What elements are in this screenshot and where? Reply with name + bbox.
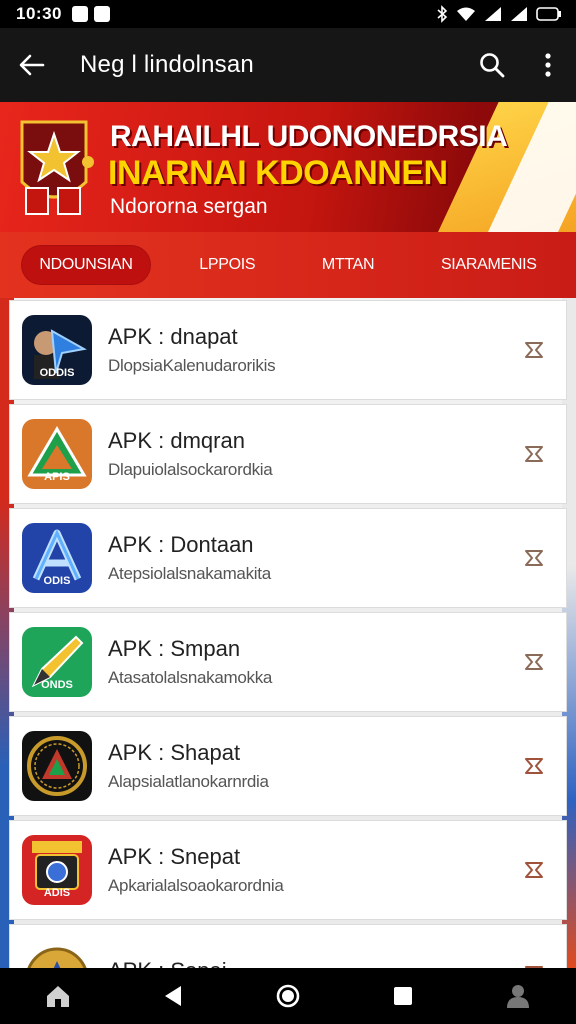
- app-name: APK : Sopai: [108, 958, 227, 968]
- app-description: Atasatolalsnakamokka: [108, 668, 273, 687]
- home-nav-button[interactable]: [28, 968, 88, 1024]
- app-description: Apkarialalsoaokarordnia: [108, 876, 284, 895]
- list-item[interactable]: ONDS APK : Smpan Atasatolalsnakamokka: [9, 612, 567, 712]
- app-description: Atepsiolalsnakamakita: [108, 564, 271, 583]
- search-button[interactable]: [464, 28, 520, 102]
- list-item[interactable]: APIS APK : dmqran Dlapuiolalsockarordkia: [9, 404, 567, 504]
- app-name: APK : Smpan: [108, 636, 241, 661]
- bluetooth-icon: [437, 5, 448, 23]
- battery-icon: [536, 7, 561, 21]
- category-tabs: NDOUNSIAN LPPOIS MTTAN SIARAMENIS: [0, 232, 576, 298]
- notification-icons: [71, 6, 110, 22]
- back-button[interactable]: [0, 28, 64, 102]
- status-time: 10:30: [16, 4, 62, 23]
- arrow-left-icon: [19, 54, 45, 76]
- profile-nav-button[interactable]: [488, 968, 548, 1024]
- download-icon[interactable]: [522, 650, 546, 674]
- tab-ndounsian[interactable]: NDOUNSIAN: [21, 245, 151, 285]
- app-description: DlopsiaKalenudarorikis: [108, 356, 276, 375]
- notification-icon: [71, 6, 88, 22]
- back-nav-button[interactable]: [143, 968, 203, 1024]
- coin-gold-app-icon: [22, 939, 92, 968]
- badge-dark-app-icon: [22, 731, 92, 801]
- download-icon[interactable]: [522, 754, 546, 778]
- list-item[interactable]: APK : Shapat Alapsialatlanokarnrdia: [9, 716, 567, 816]
- pencil-green-app-icon: ONDS: [22, 627, 92, 697]
- camera-red-app-icon: ADIS: [22, 835, 92, 905]
- wifi-icon: [457, 7, 475, 21]
- star-emblem-icon: [20, 120, 94, 215]
- list-item[interactable]: ODDIS APK : dnapat DlopsiaKalenudaroriki…: [9, 300, 567, 400]
- download-icon[interactable]: [522, 338, 546, 362]
- banner-subtitle: Ndororna sergan: [110, 195, 268, 218]
- page-title: Neg l lindolnsan: [80, 51, 254, 78]
- tab-mttan[interactable]: MTTAN: [304, 245, 392, 285]
- system-icons: [436, 5, 562, 23]
- person-icon: [507, 985, 530, 1008]
- app-description: Alapsialatlanokarnrdia: [108, 772, 269, 791]
- circle-home-icon: [276, 984, 300, 1008]
- banner-headline-secondary: INARNAI KDOANNEN: [108, 154, 448, 192]
- square-recents-icon: [394, 987, 413, 1005]
- app-name: APK : Dontaan: [108, 532, 254, 557]
- more-options-button[interactable]: [520, 28, 576, 102]
- app-name: APK : Shapat: [108, 740, 241, 765]
- list-item[interactable]: ADIS APK : Snepat Apkarialalsoaokarordni…: [9, 820, 567, 920]
- download-icon[interactable]: [522, 442, 546, 466]
- list-item[interactable]: APK : Sopai: [9, 924, 567, 968]
- recents-nav-button[interactable]: [373, 968, 433, 1024]
- list-item[interactable]: ODIS APK : Dontaan Atepsiolalsnakamakita: [9, 508, 567, 608]
- app-bar: Neg l lindolnsan: [0, 28, 576, 102]
- promo-banner[interactable]: RAHAILHL UDONONEDRSIA INARNAI KDOANNEN N…: [0, 102, 576, 232]
- home-circle-nav-button[interactable]: [258, 968, 318, 1024]
- signal-icon: [485, 7, 501, 21]
- home-icon: [46, 986, 69, 1007]
- app-list: ODDIS APK : dnapat DlopsiaKalenudaroriki…: [0, 298, 576, 968]
- notification-icon: [93, 6, 110, 22]
- more-vert-icon: [545, 53, 551, 77]
- search-icon: [480, 53, 505, 78]
- banner-headline: RAHAILHL UDONONEDRSIA: [110, 120, 508, 153]
- app-name: APK : dnapat: [108, 324, 238, 349]
- system-nav-bar: [0, 968, 576, 1024]
- tab-lppois[interactable]: LPPOIS: [181, 245, 273, 285]
- triangle-orange-app-icon: APIS: [22, 419, 92, 489]
- app-name: APK : dmqran: [108, 428, 245, 453]
- signal-icon: [511, 7, 527, 21]
- download-icon[interactable]: [522, 546, 546, 570]
- app-description: Dlapuiolalsockarordkia: [108, 460, 273, 479]
- tab-siaramenis[interactable]: SIARAMENIS: [423, 245, 555, 285]
- status-bar: 10:30: [0, 0, 576, 28]
- app-name: APK : Snepat: [108, 844, 241, 869]
- download-icon[interactable]: [522, 858, 546, 882]
- arrow-portrait-app-icon: ODDIS: [22, 315, 92, 385]
- triangle-back-icon: [164, 986, 181, 1006]
- letter-a-blue-app-icon: ODIS: [22, 523, 92, 593]
